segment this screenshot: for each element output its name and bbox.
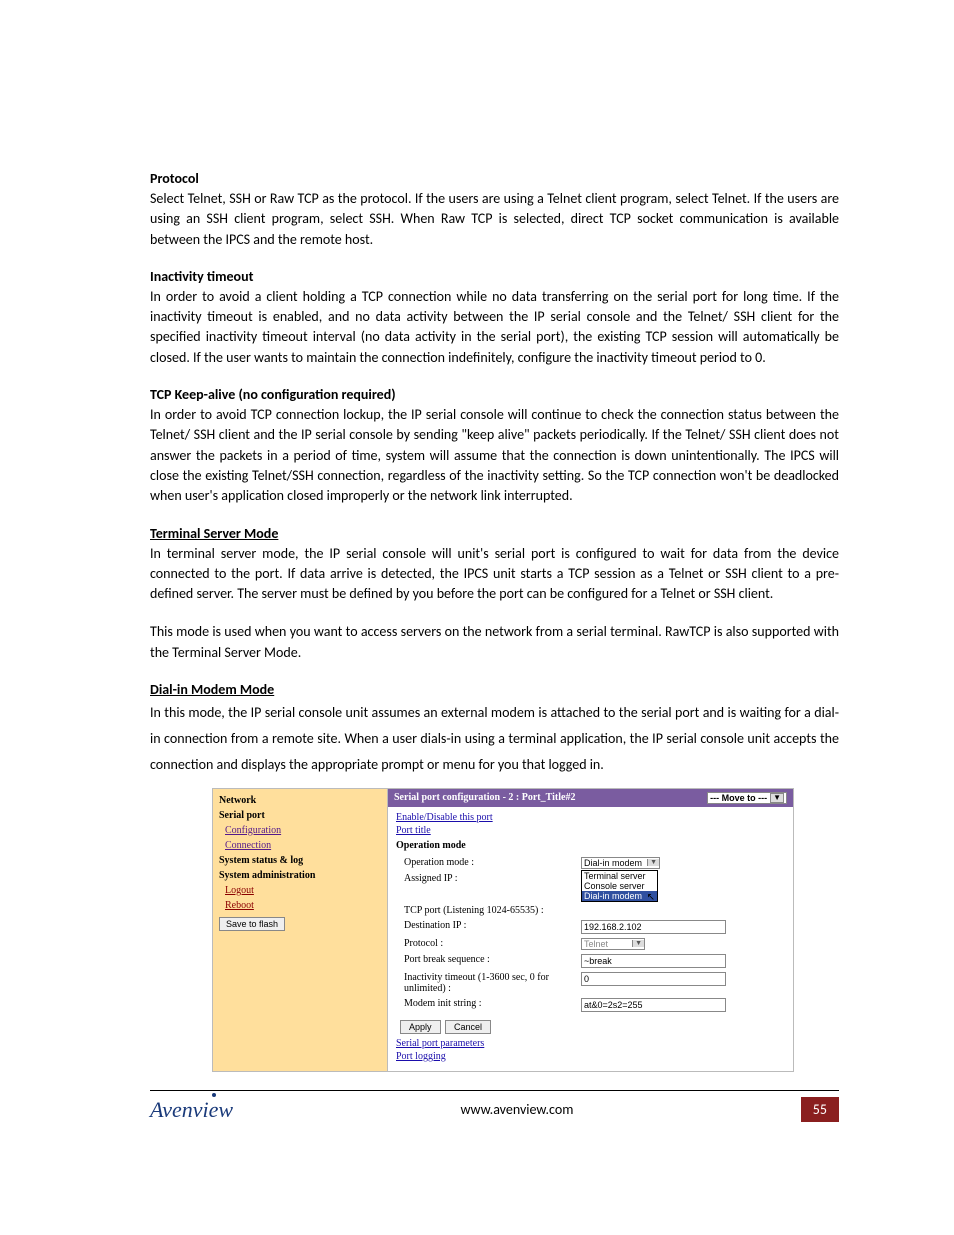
sidebar-admin[interactable]: System administration — [219, 868, 381, 883]
sidebar-serialport[interactable]: Serial port — [219, 808, 381, 823]
sidebar-status[interactable]: System status & log — [219, 853, 381, 868]
operation-mode-heading: Operation mode — [396, 837, 785, 855]
inactivity-input[interactable] — [581, 972, 726, 986]
config-screenshot: Network Serial port Configuration Connec… — [212, 788, 794, 1072]
footer-url: www.avenview.com — [233, 1101, 801, 1118]
heading-protocol: Protocol — [150, 170, 839, 187]
modem-input[interactable] — [581, 998, 726, 1012]
label-dest-ip: Destination IP : — [396, 920, 581, 934]
body-terminal-1: In terminal server mode, the IP serial c… — [150, 544, 839, 605]
heading-inactivity: Inactivity timeout — [150, 268, 839, 285]
sidebar-save-button[interactable]: Save to flash — [219, 917, 285, 931]
main-panel: Serial port configuration - 2 : Port_Tit… — [388, 789, 793, 1071]
body-keepalive: In order to avoid TCP connection lockup,… — [150, 405, 839, 506]
sidebar-logout[interactable]: Logout — [219, 883, 381, 898]
heading-keepalive: TCP Keep-alive (no configuration require… — [150, 386, 839, 403]
chevron-down-icon: ▼ — [647, 859, 659, 866]
body-inactivity: In order to avoid a client holding a TCP… — [150, 287, 839, 368]
dropdown-option[interactable]: Terminal server — [582, 871, 657, 881]
dest-ip-input[interactable] — [581, 920, 726, 934]
break-input[interactable] — [581, 954, 726, 968]
dropdown-option[interactable]: Console server — [582, 881, 657, 891]
link-enable-disable[interactable]: Enable/Disable this port — [396, 811, 785, 824]
body-terminal-2: This mode is used when you want to acces… — [150, 622, 839, 663]
panel-title: Serial port configuration - 2 : Port_Tit… — [394, 792, 575, 803]
opmode-dropdown[interactable]: Terminal server Console server Dial-in m… — [581, 870, 658, 902]
cancel-button[interactable]: Cancel — [445, 1020, 491, 1034]
label-assigned-ip: Assigned IP : — [396, 873, 581, 901]
apply-button[interactable]: Apply — [400, 1020, 441, 1034]
panel-header: Serial port configuration - 2 : Port_Tit… — [388, 789, 793, 807]
link-port-logging[interactable]: Port logging — [396, 1050, 785, 1063]
sidebar: Network Serial port Configuration Connec… — [213, 789, 388, 1071]
label-modem: Modem init string : — [396, 998, 581, 1012]
heading-dialin: Dial-in Modem Mode — [150, 681, 839, 698]
link-serial-params[interactable]: Serial port parameters — [396, 1037, 785, 1050]
label-inactivity: Inactivity timeout (1-3600 sec, 0 for un… — [396, 972, 581, 994]
page-number: 55 — [801, 1097, 839, 1122]
dropdown-option-selected[interactable]: Dial-in modem ↖ — [582, 891, 657, 901]
sidebar-network[interactable]: Network — [219, 793, 381, 808]
move-to-select[interactable]: --- Move to ---▼ — [707, 792, 787, 804]
body-dialin: In this mode, the IP serial console unit… — [150, 700, 839, 778]
chevron-down-icon: ▼ — [632, 940, 644, 947]
protocol-select[interactable]: Telnet▼ — [581, 938, 645, 950]
cursor-icon: ↖ — [647, 892, 655, 903]
sidebar-connection[interactable]: Connection — [219, 838, 381, 853]
logo: Avenview — [150, 1097, 233, 1123]
label-opmode: Operation mode : — [396, 857, 581, 869]
chevron-down-icon: ▼ — [770, 793, 784, 803]
opmode-select[interactable]: Dial-in modem▼ — [581, 857, 660, 869]
body-protocol: Select Telnet, SSH or Raw TCP as the pro… — [150, 189, 839, 250]
label-tcp-port: TCP port (Listening 1024-65535) : — [396, 905, 581, 916]
label-break: Port break sequence : — [396, 954, 581, 968]
link-port-title[interactable]: Port title — [396, 824, 785, 837]
label-protocol: Protocol : — [396, 938, 581, 950]
heading-terminal: Terminal Server Mode — [150, 525, 839, 542]
sidebar-reboot[interactable]: Reboot — [219, 898, 381, 913]
sidebar-configuration[interactable]: Configuration — [219, 823, 381, 838]
